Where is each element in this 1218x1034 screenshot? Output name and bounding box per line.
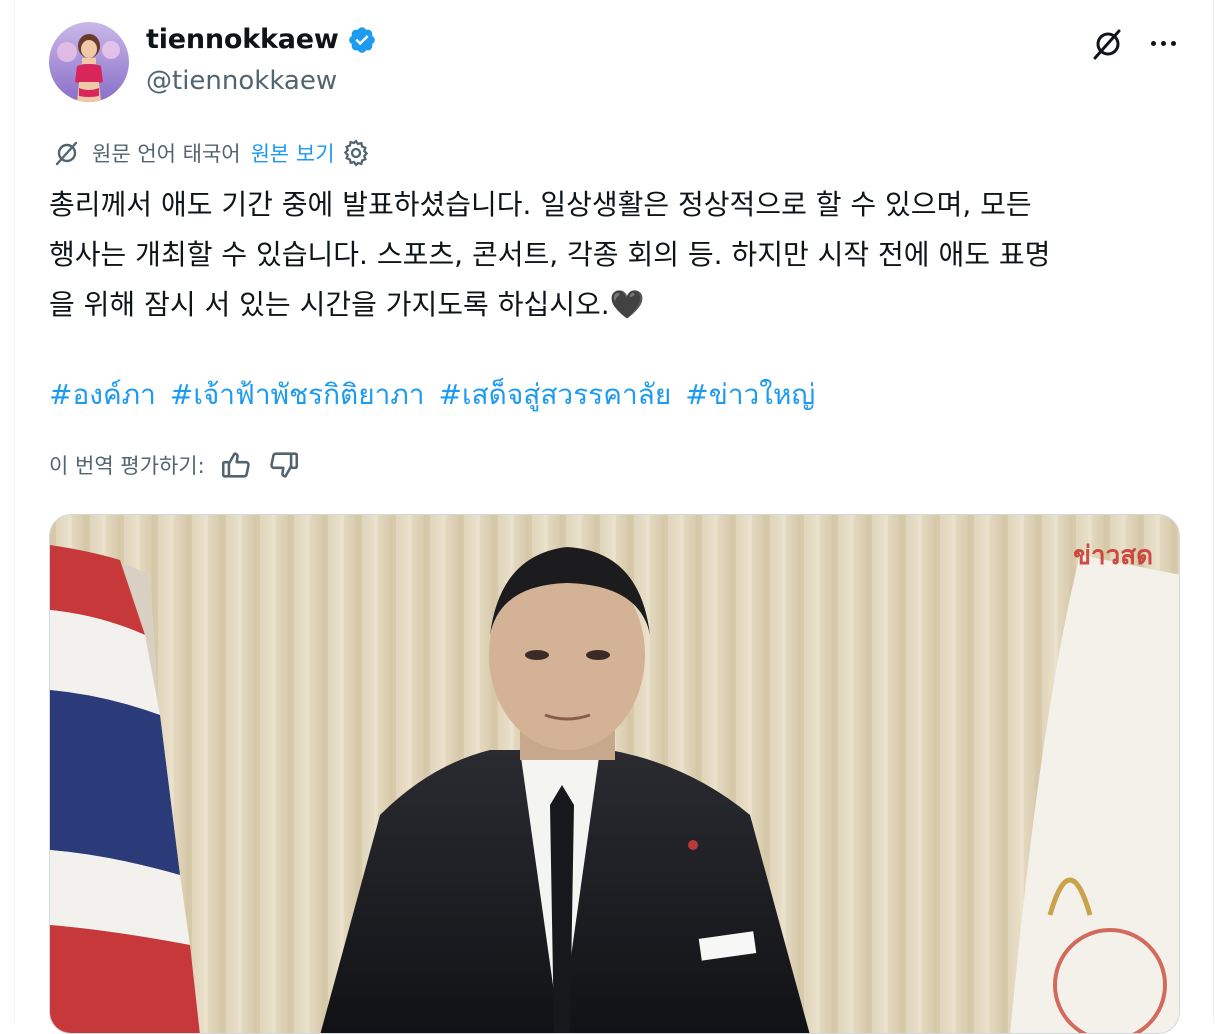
hashtag-link[interactable]: #องค์ภา [49,370,156,420]
author-handle[interactable]: @tiennokkaew [146,66,337,96]
author-name-row[interactable]: tiennokkaew [146,24,377,55]
author-display-name[interactable]: tiennokkaew [146,24,339,55]
more-icon[interactable] [1146,26,1180,60]
news-watermark: ข่าวสด [1073,541,1153,571]
post-body: 총리께서 애도 기간 중에 발표하셨습니다. 일상생활은 정상적으로 할 수 있… [49,180,1179,330]
gear-icon[interactable] [341,138,371,168]
post-body-line: 총리께서 애도 기간 중에 발표하셨습니다. 일상생활은 정상적으로 할 수 있… [49,188,1032,221]
hashtag-list: #องค์ภา #เจ้าฟ้าพัชรกิติยาภา #เสด็จสู่สว… [49,370,815,420]
verified-badge-icon [347,25,377,55]
post-body-line: 행사는 개최할 수 있습니다. 스포츠, 콘서트, 각종 회의 등. 하지만 시… [49,238,1051,271]
post-body-line: 을 위해 잠시 서 있는 시간을 가지도록 하십시오.🖤 [49,288,645,321]
thumbs-down-icon[interactable] [267,448,301,482]
post-media-image[interactable]: ข่าวสด [49,514,1180,1034]
hashtag-link[interactable]: #ข่าวใหญ่ [685,370,815,420]
grok-icon[interactable] [1089,25,1127,63]
rating-label: 이 번역 평가하기: [49,454,205,478]
translation-info-row: 원문 언어 태국어 원본 보기 [52,138,371,168]
show-original-link[interactable]: 원본 보기 [251,138,335,168]
thumbs-up-icon[interactable] [219,448,253,482]
translate-grok-icon [52,138,82,168]
translation-rating-row: 이 번역 평가하기: [49,448,301,482]
avatar[interactable] [49,22,129,102]
hashtag-link[interactable]: #เสด็จสู่สวรรคาลัย [439,370,672,420]
hashtag-link[interactable]: #เจ้าฟ้าพัชรกิติยาภา [170,370,425,420]
source-language-label: 원문 언어 태국어 [92,142,241,166]
